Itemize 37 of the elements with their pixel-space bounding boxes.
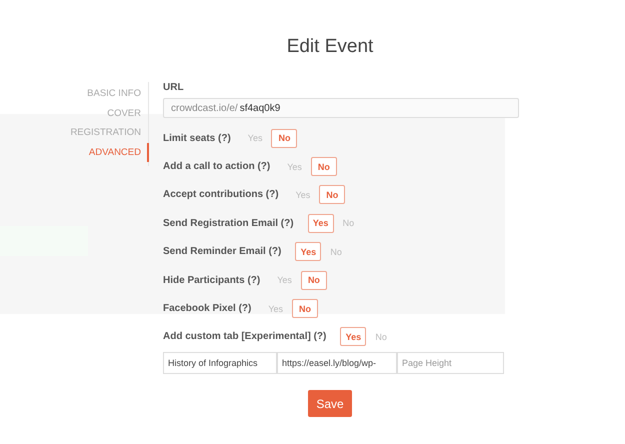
toggle-option[interactable]: No — [372, 327, 390, 346]
toggle-option[interactable]: No — [327, 242, 345, 262]
nav-tab[interactable]: COVER — [107, 104, 149, 123]
nav-tab[interactable]: BASIC INFO — [87, 84, 149, 104]
toggle-option[interactable]: Yes — [244, 128, 266, 148]
setting-label: Send Registration Email (?) — [163, 218, 294, 229]
page-height-input[interactable]: Page Height — [397, 352, 504, 374]
setting-label: Limit seats (?) — [163, 132, 231, 144]
toggle-option[interactable]: No — [271, 128, 298, 148]
toggle-option[interactable]: Yes — [284, 157, 305, 176]
setting-label: Add custom tab [Experimental] (?) — [163, 331, 326, 342]
setting-label: Hide Participants (?) — [163, 274, 260, 286]
toggle-option[interactable]: No — [300, 270, 327, 290]
setting-label: Add a call to action (?) — [163, 161, 270, 172]
url-prefix: crowdcast.io/e/ — [171, 102, 238, 114]
toggle-option[interactable]: Yes — [265, 299, 286, 318]
toggle-option[interactable]: Yes — [308, 214, 334, 233]
toggle-option[interactable]: No — [319, 185, 346, 204]
toggle-option[interactable]: Yes — [274, 270, 295, 290]
url-field[interactable]: crowdcast.io/e/ sf4aq0k9 — [163, 98, 519, 118]
nav-tab[interactable]: REGISTRATION — [70, 123, 149, 142]
setting-label: Send Reminder Email (?) — [163, 246, 282, 258]
toggle-option[interactable]: No — [292, 299, 318, 318]
toggle-option[interactable]: No — [310, 157, 337, 176]
modal-title: Edit Event — [286, 36, 374, 58]
setting-label: Accept contributions (?) — [163, 189, 279, 200]
toggle-option[interactable]: No — [340, 214, 358, 233]
toggle-option[interactable]: Yes — [295, 242, 322, 262]
tab-url-input[interactable]: https://easel.ly/blog/wp- — [277, 352, 397, 374]
tab-name-input[interactable]: History of Infographics — [163, 352, 277, 374]
url-label: URL — [163, 82, 185, 95]
save-button[interactable]: Save — [308, 390, 352, 418]
url-slug-input[interactable]: sf4aq0k9 — [240, 102, 360, 114]
setting-label: Facebook Pixel (?) — [163, 303, 252, 314]
nav-tab[interactable]: ADVANCED — [88, 142, 149, 162]
toggle-option[interactable]: Yes — [340, 327, 366, 346]
toggle-option[interactable]: Yes — [292, 185, 314, 204]
